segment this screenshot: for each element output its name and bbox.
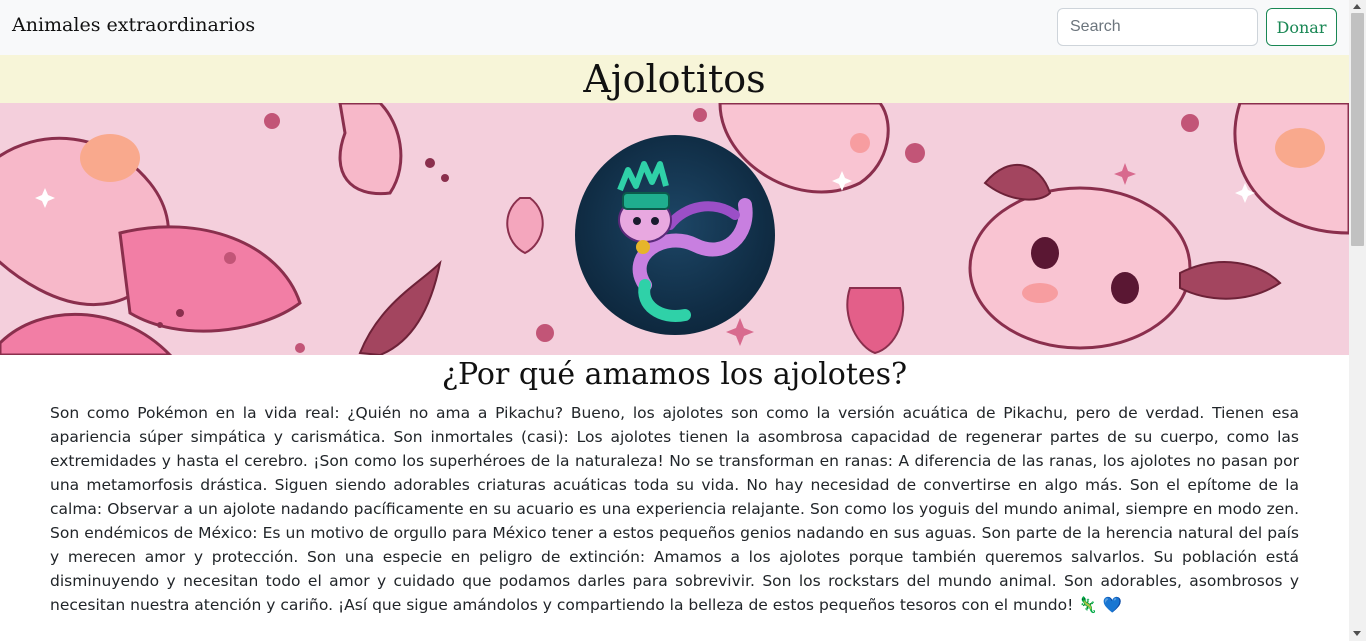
navbar: Animales extraordinarios Donar	[0, 0, 1349, 55]
section-heading: ¿Por qué amamos los ajolotes?	[441, 357, 908, 392]
donate-button[interactable]: Donar	[1266, 8, 1337, 46]
page-header: Ajolotitos	[0, 55, 1349, 103]
scroll-up-arrow-icon[interactable]	[1353, 4, 1361, 9]
scrollbar-thumb[interactable]	[1351, 13, 1364, 246]
navbar-brand[interactable]: Animales extraordinarios	[12, 14, 255, 36]
paragraph-text: Son como Pokémon en la vida real: ¿Quién…	[50, 404, 1299, 614]
page-title: Ajolotitos	[583, 57, 766, 101]
blue-heart-emoji-icon: 💙	[1102, 596, 1122, 614]
scroll-down-arrow-icon[interactable]	[1353, 631, 1361, 636]
search-input[interactable]	[1057, 8, 1258, 46]
lizard-emoji-icon: 🦎	[1078, 596, 1098, 614]
axolotl-logo	[575, 135, 775, 335]
intro-paragraph: Son como Pokémon en la vida real: ¿Quién…	[50, 401, 1299, 617]
